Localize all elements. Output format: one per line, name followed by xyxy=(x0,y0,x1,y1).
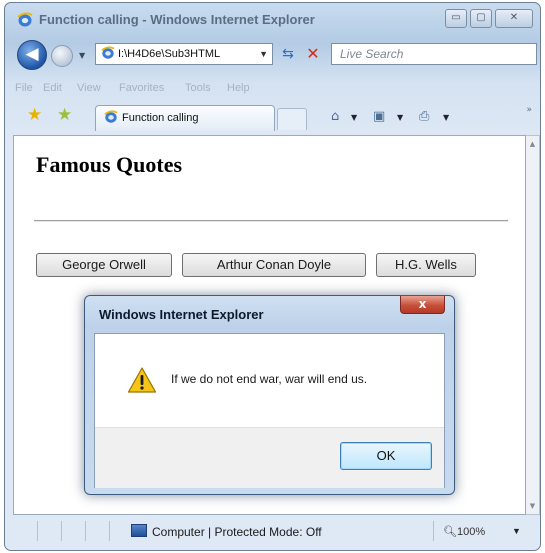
tab-ie-icon xyxy=(104,110,118,123)
add-favorites-icon[interactable]: ★ xyxy=(57,107,72,124)
history-dropdown-icon[interactable]: ▼ xyxy=(79,51,85,60)
george-orwell-button[interactable]: George Orwell xyxy=(36,253,172,277)
dialog-close-button[interactable]: x xyxy=(400,296,445,314)
back-arrow-icon[interactable]: ◀ xyxy=(17,40,47,70)
print-dropdown-icon[interactable]: ▼ xyxy=(443,113,449,122)
zoom-dropdown-icon[interactable]: ▼ xyxy=(512,526,521,536)
menu-tools[interactable]: Tools xyxy=(185,82,211,94)
forward-arrow-icon[interactable] xyxy=(51,45,73,67)
security-zone[interactable]: Computer | Protected Mode: Off xyxy=(131,524,322,539)
page-icon xyxy=(101,46,115,59)
address-text: I:\H4D6e\Sub3HTML xyxy=(118,48,221,60)
tab-function-calling[interactable]: Function calling xyxy=(95,105,275,131)
stop-icon[interactable]: ✕ xyxy=(303,44,323,64)
window-close-button[interactable]: ✕ xyxy=(495,9,533,28)
menu-favorites[interactable]: Favorites xyxy=(119,82,164,94)
navigation-bar: ◀ ▼ I:\H4D6e\Sub3HTML ▼ ⇆ ✕ Live Search xyxy=(5,37,540,75)
status-divider xyxy=(109,521,110,541)
alert-dialog: Windows Internet Explorer x If we do not… xyxy=(84,295,455,495)
dialog-body: If we do not end war, war will end us. O… xyxy=(94,333,445,488)
dialog-title: Windows Internet Explorer xyxy=(99,307,264,322)
scroll-down-icon[interactable]: ▼ xyxy=(526,502,539,510)
ie-logo-icon xyxy=(17,12,33,27)
status-divider xyxy=(433,521,434,541)
page-heading: Famous Quotes xyxy=(36,152,183,177)
menu-bar: File Edit View Favorites Tools Help xyxy=(5,79,540,99)
address-dropdown-icon[interactable]: ▼ xyxy=(259,44,268,64)
horizontal-rule xyxy=(34,220,508,222)
ok-button[interactable]: OK xyxy=(340,442,432,470)
favorites-star-icon[interactable]: ★ xyxy=(27,107,42,124)
home-dropdown-icon[interactable]: ▼ xyxy=(351,113,357,122)
zone-text: Computer | Protected Mode: Off xyxy=(152,525,322,539)
tab-label: Function calling xyxy=(122,112,199,124)
address-bar[interactable]: I:\H4D6e\Sub3HTML ▼ xyxy=(95,43,273,65)
refresh-icon[interactable]: ⇆ xyxy=(277,44,299,64)
status-divider xyxy=(61,521,62,541)
vertical-scrollbar[interactable]: ▲ ▼ xyxy=(526,135,540,515)
maximize-button[interactable]: ▢ xyxy=(470,9,492,28)
status-bar: Computer | Protected Mode: Off 🔍︎100% ▼ xyxy=(13,517,540,547)
minimize-button[interactable]: ▭ xyxy=(445,9,467,28)
scroll-up-icon[interactable]: ▲ xyxy=(526,140,539,148)
feeds-dropdown-icon[interactable]: ▼ xyxy=(397,113,403,122)
command-bar: ★ ★ Function calling ⌂ ▼ ▣ ▼ ⎙ ▼ » xyxy=(5,101,540,131)
window-title: Function calling - Windows Internet Expl… xyxy=(39,12,315,27)
computer-zone-icon xyxy=(131,524,147,537)
hg-wells-button[interactable]: H.G. Wells xyxy=(376,253,476,277)
status-divider xyxy=(85,521,86,541)
warning-icon xyxy=(127,367,157,393)
menu-file[interactable]: File xyxy=(15,82,33,94)
menu-view[interactable]: View xyxy=(77,82,101,94)
zoom-text: 100% xyxy=(456,526,486,538)
new-tab-button[interactable] xyxy=(277,108,307,130)
zoom-icon: 🔍︎ xyxy=(443,526,457,538)
search-input[interactable]: Live Search xyxy=(331,43,537,65)
feeds-icon[interactable]: ▣ xyxy=(373,109,385,124)
title-bar: Function calling - Windows Internet Expl… xyxy=(5,3,540,35)
status-divider xyxy=(37,521,38,541)
menu-edit[interactable]: Edit xyxy=(43,82,62,94)
arthur-conan-doyle-button[interactable]: Arthur Conan Doyle xyxy=(182,253,366,277)
toolbar-chevron-icon[interactable]: » xyxy=(526,105,532,115)
home-icon[interactable]: ⌂ xyxy=(331,109,339,124)
zoom-level[interactable]: 🔍︎100% xyxy=(443,525,485,538)
menu-help[interactable]: Help xyxy=(227,82,250,94)
dialog-message: If we do not end war, war will end us. xyxy=(171,372,368,386)
print-icon[interactable]: ⎙ xyxy=(419,109,429,124)
